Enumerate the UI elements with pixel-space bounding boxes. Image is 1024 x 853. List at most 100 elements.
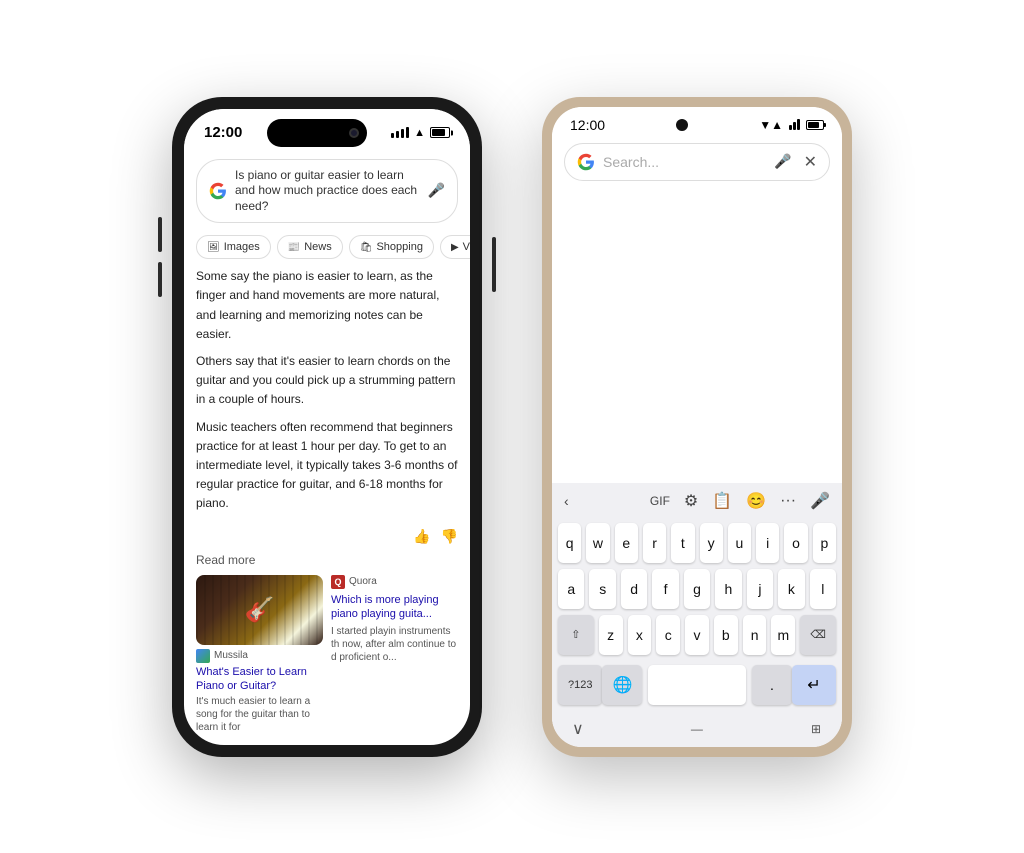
key-numbers[interactable]: ?123 — [558, 665, 602, 705]
nav-back-button[interactable]: ∨ — [572, 719, 584, 739]
android-mic-icon[interactable]: 🎤 — [774, 153, 791, 170]
thumbs-down-button[interactable]: 👎 — [441, 528, 458, 545]
key-period[interactable]: . — [752, 665, 792, 705]
volume-up-button[interactable] — [158, 217, 162, 252]
keyboard-mic-icon[interactable]: 🎤 — [810, 491, 830, 511]
key-x[interactable]: x — [628, 615, 652, 655]
android-status-icons: ▼▲ — [759, 118, 824, 132]
android-screen: 12:00 ▼▲ — [552, 107, 842, 747]
keyboard-keys: q w e r t y u i o p a s d — [552, 519, 842, 665]
key-d[interactable]: d — [621, 569, 647, 609]
key-f[interactable]: f — [652, 569, 678, 609]
news-icon: 📰 — [288, 242, 300, 253]
key-n[interactable]: n — [743, 615, 767, 655]
filter-label-images: Images — [224, 241, 260, 253]
clipboard-icon[interactable]: 📋 — [712, 491, 732, 511]
signal-icon — [391, 127, 409, 138]
filter-label-news: News — [304, 241, 332, 253]
key-backspace[interactable]: ⌫ — [800, 615, 836, 655]
filter-tab-shopping[interactable]: 🛍 Shopping — [349, 235, 434, 259]
card-mussila-image: 🎸 — [196, 575, 323, 645]
thumbs-up-button[interactable]: 👍 — [413, 528, 430, 545]
google-logo — [209, 182, 227, 200]
android-status-bar: 12:00 ▼▲ — [552, 107, 842, 137]
key-b[interactable]: b — [714, 615, 738, 655]
keyboard-row-3: ⇧ z x c v b n m ⌫ — [558, 615, 836, 655]
more-icon[interactable]: ··· — [780, 492, 796, 510]
gif-button[interactable]: GIF — [650, 494, 670, 508]
key-h[interactable]: h — [715, 569, 741, 609]
feedback-row: 👍 👎 — [196, 524, 458, 553]
card-mussila-title: What's Easier to Learn Piano or Guitar? — [196, 665, 323, 694]
emoji-sticker-icon[interactable]: 😊 — [746, 491, 766, 511]
card-mussila-source: Mussila — [196, 649, 323, 663]
key-o[interactable]: o — [784, 523, 807, 563]
key-i[interactable]: i — [756, 523, 779, 563]
iphone-camera — [349, 128, 359, 138]
filter-tab-video[interactable]: ▶ Vide... — [440, 235, 470, 259]
filter-tab-images[interactable]: 🖼 Images — [196, 235, 271, 259]
key-space[interactable] — [648, 665, 746, 705]
guitar-piano-icon: 🎸 — [245, 595, 275, 624]
iphone-search-query: Is piano or guitar easier to learn and h… — [235, 168, 420, 215]
key-s[interactable]: s — [589, 569, 615, 609]
nav-recents-button[interactable]: ⊞ — [811, 722, 822, 736]
key-q[interactable]: q — [558, 523, 581, 563]
card-mussila[interactable]: 🎸 Mussila What's Easier to Learn Piano o… — [196, 575, 323, 735]
power-button[interactable] — [492, 237, 496, 292]
card-quora[interactable]: Q Quora Which is more playing piano play… — [331, 575, 458, 735]
key-u[interactable]: u — [728, 523, 751, 563]
key-g[interactable]: g — [684, 569, 710, 609]
keyboard-row-1: q w e r t y u i o p — [558, 523, 836, 563]
card-mussila-desc: It's much easier to learn a song for the… — [196, 695, 323, 734]
key-enter[interactable]: ↵ — [792, 665, 836, 705]
key-r[interactable]: r — [643, 523, 666, 563]
android-wifi-icon: ▼▲ — [759, 118, 783, 132]
key-j[interactable]: j — [747, 569, 773, 609]
quora-name: Quora — [349, 576, 377, 587]
android-battery-icon — [806, 120, 824, 130]
iphone-scroll-content: Some say the piano is easier to learn, a… — [184, 267, 470, 744]
key-emoji[interactable]: 🌐 — [602, 665, 642, 705]
iphone-screen: 12:00 ▲ — [184, 109, 470, 745]
key-m[interactable]: m — [771, 615, 795, 655]
android-battery-fill — [808, 122, 819, 128]
keyboard: ‹ GIF ⚙ 📋 😊 ··· 🎤 q w e r t — [552, 483, 842, 747]
key-e[interactable]: e — [615, 523, 638, 563]
key-v[interactable]: v — [685, 615, 709, 655]
key-shift[interactable]: ⇧ — [558, 615, 594, 655]
iphone-mic-icon[interactable]: 🎤 — [428, 182, 445, 199]
iphone-device: 12:00 ▲ — [172, 97, 482, 757]
result-cards: 🎸 Mussila What's Easier to Learn Piano o… — [196, 575, 458, 735]
android-search-bar[interactable]: Search... 🎤 ✕ — [564, 143, 830, 181]
nav-home-indicator: — — [691, 722, 704, 736]
filter-tab-news[interactable]: 📰 News — [277, 235, 343, 259]
battery-fill — [432, 129, 445, 136]
android-device: 12:00 ▼▲ — [542, 97, 852, 757]
key-p[interactable]: p — [813, 523, 836, 563]
keyboard-bottom-row: ?123 🌐 . ↵ — [552, 665, 842, 713]
key-k[interactable]: k — [778, 569, 804, 609]
wifi-icon: ▲ — [414, 127, 425, 139]
shopping-icon: 🛍 — [360, 242, 373, 253]
keyboard-toolbar: ‹ GIF ⚙ 📋 😊 ··· 🎤 — [552, 483, 842, 519]
key-a[interactable]: a — [558, 569, 584, 609]
iphone-notch — [267, 119, 367, 147]
settings-icon[interactable]: ⚙ — [684, 491, 698, 511]
keyboard-collapse-button[interactable]: ‹ — [564, 493, 569, 509]
android-google-logo — [577, 153, 595, 171]
key-t[interactable]: t — [671, 523, 694, 563]
key-w[interactable]: w — [586, 523, 609, 563]
ai-paragraph-2: Others say that it's easier to learn cho… — [196, 352, 458, 410]
key-c[interactable]: c — [656, 615, 680, 655]
iphone-search-bar[interactable]: Is piano or guitar easier to learn and h… — [196, 159, 458, 224]
read-more-link[interactable]: Read more — [196, 553, 458, 567]
key-y[interactable]: y — [700, 523, 723, 563]
key-l[interactable]: l — [810, 569, 836, 609]
android-close-icon[interactable]: ✕ — [804, 152, 817, 172]
key-z[interactable]: z — [599, 615, 623, 655]
filter-tabs: 🖼 Images 📰 News 🛍 Shopping ▶ Vide... — [184, 231, 470, 267]
volume-down-button[interactable] — [158, 262, 162, 297]
android-nav-bar: ∨ — ⊞ — [552, 713, 842, 747]
android-signal-icon — [789, 119, 800, 130]
